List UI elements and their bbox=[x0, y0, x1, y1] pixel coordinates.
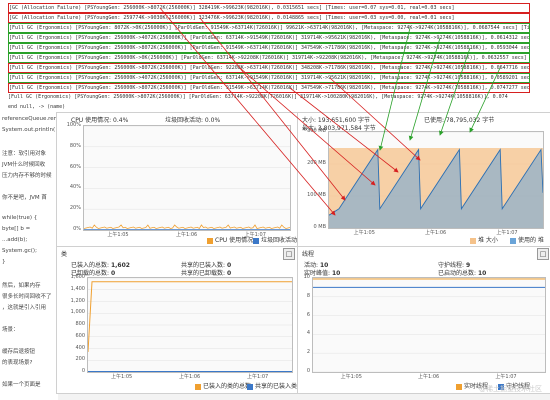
x-tick-label: 上午1:06 bbox=[418, 374, 440, 380]
article-line: 你不是吧，JVM 首 bbox=[2, 195, 47, 201]
x-tick-label: 上午1:06 bbox=[425, 230, 447, 236]
cpu-series-line bbox=[83, 224, 291, 230]
gc-log-line: [Full GC (Ergonomics) [PSYoungGen: 25600… bbox=[8, 73, 530, 83]
article-line: ...add(b); bbox=[2, 237, 28, 243]
article-line: System.gc(); bbox=[2, 248, 37, 254]
article-line: 的表现场景? bbox=[2, 360, 33, 366]
heap-chart bbox=[328, 131, 544, 229]
y-tick-label: 0 MB bbox=[313, 224, 326, 230]
y-tick-label: 400 bbox=[75, 344, 85, 351]
y-tick-label: 80% bbox=[69, 142, 81, 149]
y-tick-label: 0% bbox=[73, 226, 81, 232]
article-line: } bbox=[2, 259, 6, 265]
classes-expand-icon[interactable]: □ bbox=[283, 248, 295, 260]
heap-memory-panel: 大小: 193,651,600 字节 最大: 3,803,971,584 字节 … bbox=[297, 112, 550, 248]
y-tick-label: 100 MB bbox=[307, 192, 326, 198]
y-tick-label: 200 bbox=[75, 356, 85, 363]
threads-started-total: 已启动的总数: 10 bbox=[438, 270, 487, 277]
x-tick-label: 上午1:05 bbox=[340, 374, 362, 380]
heap-used-label: 已使用: 78,795,032 字节 bbox=[424, 117, 495, 124]
x-tick-label: 上午1:05 bbox=[353, 230, 375, 236]
classes-title: 类 bbox=[61, 251, 68, 258]
heap-chart-svg bbox=[328, 131, 544, 229]
gc-log-line: end null, -> (name) bbox=[8, 104, 66, 110]
gc-log-line: [Full GC (Ergonomics) [PSYoungGen: 25600… bbox=[8, 63, 530, 73]
threads-chart-svg bbox=[313, 277, 545, 373]
y-tick-label: 300 MB bbox=[307, 128, 326, 134]
y-tick-label: 0 bbox=[81, 368, 85, 374]
x-tick-label: 上午1:07 bbox=[244, 232, 266, 238]
article-line: 缓存后退按钮 bbox=[2, 349, 36, 355]
gc-activity-label: 垃圾回收活动: 0.0% bbox=[165, 117, 221, 124]
y-tick-label: 1,600 bbox=[70, 274, 85, 280]
y-tick-label: 2 bbox=[306, 349, 310, 356]
classes-panel: 类 □ 已装入的总数: 1,602 已卸载的总数: 0 共享的已装入数: 0 共… bbox=[56, 246, 303, 394]
y-tick-label: 10 bbox=[303, 274, 310, 280]
threads-expand-icon[interactable]: □ bbox=[537, 248, 549, 260]
threads-title: 线程 bbox=[302, 251, 315, 258]
x-tick-label: 上午1:07 bbox=[247, 374, 269, 380]
gc-log-line: [Full GC (Ergonomics) [PSYoungGen: 25600… bbox=[8, 83, 530, 93]
article-line: 然后，如果内存 bbox=[2, 283, 41, 289]
heap-legend-used: 使用的 堆 bbox=[510, 235, 544, 244]
gc-log-line: [Full GC (Ergonomics) [PSYoungGen: 25600… bbox=[8, 43, 530, 53]
x-tick-label: 上午1:07 bbox=[495, 374, 517, 380]
x-tick-label: 上午1:05 bbox=[111, 374, 133, 380]
y-tick-label: 1,000 bbox=[70, 309, 85, 316]
y-tick-label: 20% bbox=[69, 205, 81, 212]
classes-chart-svg bbox=[87, 277, 292, 373]
gc-log-line: [Full GC (Ergonomics) [PSYoungGen: 8072K… bbox=[8, 23, 530, 33]
article-line: referenceQueue.remove bbox=[2, 116, 58, 122]
x-tick-label: 上午1:05 bbox=[107, 232, 129, 238]
article-line: byte[] b = bbox=[2, 226, 31, 232]
gc-log-line: [Full GC (Ergonomics) [PSYoungGen: 25600… bbox=[8, 94, 508, 100]
gc-log-line: [Full GC (Ergonomics) [PSYoungGen: 25600… bbox=[8, 53, 530, 63]
cpu-chart bbox=[83, 125, 291, 231]
threads-panel: 线程 □ 活动: 10 实时峰值: 10 守护线程: 9 已启动的总数: 10 … bbox=[297, 246, 550, 394]
y-tick-label: 6 bbox=[306, 311, 310, 318]
article-line: 很多长时间回收不了 bbox=[2, 294, 52, 300]
y-tick-label: 1,400 bbox=[70, 285, 85, 292]
article-line: while(true) { bbox=[2, 215, 38, 221]
y-tick-label: 100% bbox=[66, 122, 81, 128]
threads-chart bbox=[312, 277, 546, 373]
y-tick-label: 1,200 bbox=[70, 297, 85, 304]
cpu-chart-svg bbox=[83, 125, 291, 231]
article-line: 压力内存不够的时候 bbox=[2, 173, 52, 179]
classes-chart bbox=[87, 277, 293, 373]
watermark: @稀土掘金技术社区 bbox=[479, 385, 542, 393]
y-tick-label: 600 bbox=[75, 332, 85, 339]
classes-loaded-line bbox=[87, 281, 292, 353]
y-tick-label: 800 bbox=[75, 321, 85, 327]
y-tick-label: 4 bbox=[306, 330, 310, 337]
x-tick-label: 上午1:06 bbox=[179, 374, 201, 380]
cpu-usage-panel: CPU 使用情况: 0.4% 垃圾回收活动: 0.0% CPU 使用情况 垃圾回… bbox=[56, 112, 298, 248]
article-line: 注意：软引用对象 bbox=[2, 151, 47, 157]
gc-log-line: [Full GC (Ergonomics) [PSYoungGen: 25600… bbox=[8, 33, 530, 43]
article-line: System.out.println( bbox=[2, 127, 56, 133]
y-tick-label: 200 MB bbox=[307, 160, 326, 166]
x-tick-label: 上午1:06 bbox=[176, 232, 198, 238]
article-line: 如果一个页面是 bbox=[2, 382, 41, 388]
x-tick-label: 上午1:07 bbox=[496, 230, 518, 236]
classes-shared-unloaded: 共享的已卸载数: 0 bbox=[181, 270, 232, 277]
article-text-panel: referenceQueue.remove System.out.println(… bbox=[0, 112, 58, 400]
article-line: 场景： bbox=[2, 327, 19, 333]
y-tick-label: 40% bbox=[69, 184, 81, 191]
classes-legend-shared: 共享的已装入类数 bbox=[247, 381, 303, 390]
article-line: ，这就是引入引用 bbox=[2, 305, 47, 311]
gc-log-panel: [GC (Allocation Failure) [PSYoungGen: 25… bbox=[0, 0, 550, 113]
y-tick-label: 8 bbox=[306, 292, 310, 299]
y-tick-label: 0 bbox=[306, 368, 310, 374]
heap-legend-size: 堆 大小 bbox=[470, 235, 498, 244]
article-line: JVM什么时候回收 bbox=[2, 162, 46, 168]
y-tick-label: 60% bbox=[69, 163, 81, 170]
gc-log-line: [GC (Allocation Failure) [PSYoungGen: 25… bbox=[8, 13, 530, 23]
gc-log-line: [GC (Allocation Failure) [PSYoungGen: 25… bbox=[8, 3, 530, 13]
classes-legend-loaded: 已装入的类的总数 bbox=[195, 381, 251, 390]
